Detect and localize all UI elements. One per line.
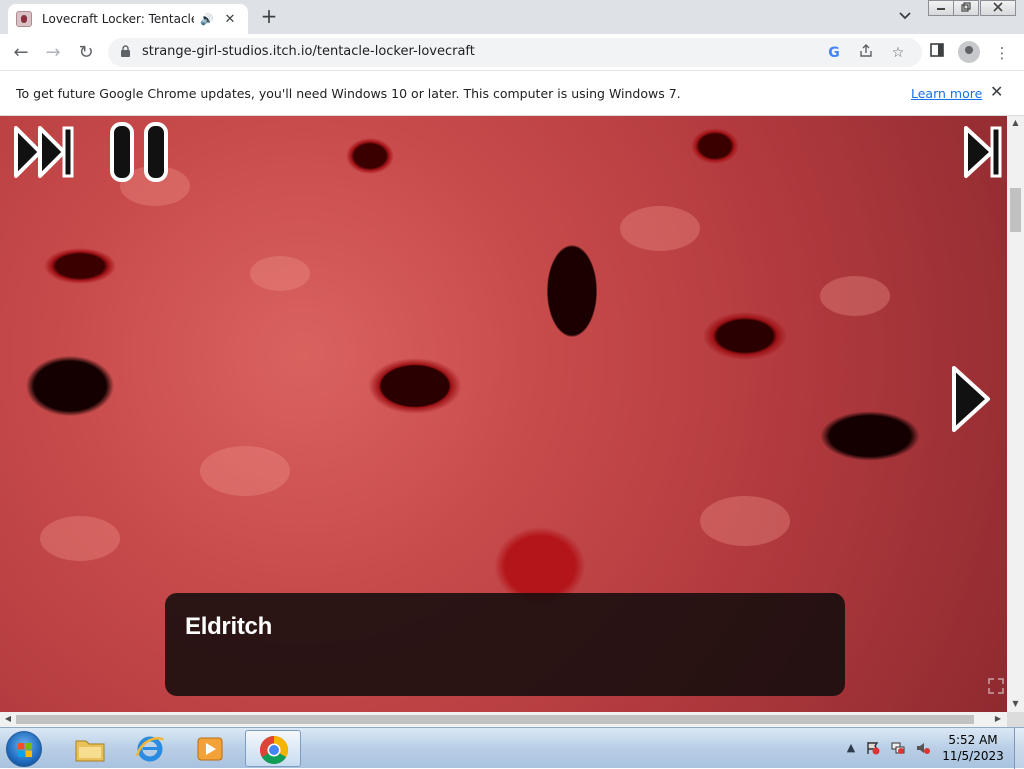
scroll-right-icon[interactable]: ▶ [993, 714, 1003, 724]
pause-icon[interactable] [108, 122, 172, 184]
volume-muted-icon[interactable] [916, 741, 930, 755]
flesh-blob [700, 496, 790, 546]
horizontal-scrollbar[interactable]: ◀ ▶ [0, 712, 1007, 727]
itch-favicon-icon [16, 11, 32, 27]
chrome-taskbar-button[interactable] [245, 730, 301, 767]
flesh-blob [620, 206, 700, 251]
tab-search-icon[interactable] [896, 8, 914, 26]
next-arrow-icon[interactable] [948, 364, 994, 434]
update-infobar: To get future Google Chrome updates, you… [0, 71, 1024, 116]
internet-explorer-taskbar-button[interactable] [122, 730, 178, 767]
menu-icon[interactable]: ⋮ [991, 42, 1013, 64]
restore-button[interactable] [953, 0, 979, 16]
google-lens-icon[interactable]: G [824, 43, 844, 63]
vertical-scroll-thumb[interactable] [1010, 188, 1021, 232]
network-icon[interactable] [891, 741, 905, 755]
internet-explorer-icon [135, 736, 164, 762]
speaker-name: Eldritch [185, 613, 272, 640]
game-canvas[interactable]: Eldritch [0, 116, 1007, 712]
learn-more-link[interactable]: Learn more [911, 86, 982, 101]
speaker-icon[interactable]: 🔊 [198, 13, 216, 26]
window-close-button[interactable] [980, 0, 1016, 16]
show-hidden-icons-icon[interactable]: ▲ [844, 741, 858, 755]
windows-logo-icon [18, 743, 32, 757]
clock-time: 5:52 AM [948, 733, 998, 747]
infobar-close-icon[interactable]: ✕ [990, 82, 1003, 101]
scroll-left-icon[interactable]: ◀ [3, 714, 13, 724]
scrollbar-corner [1007, 712, 1024, 727]
skip-icon[interactable] [12, 122, 76, 182]
infobar-message: To get future Google Chrome updates, you… [16, 86, 681, 101]
fullscreen-icon[interactable] [988, 678, 1004, 694]
clock-date: 11/5/2023 [942, 749, 1004, 763]
skip-to-end-icon[interactable] [962, 122, 1006, 182]
flesh-blob [200, 446, 290, 496]
start-button[interactable] [6, 731, 42, 767]
media-player-icon [197, 737, 223, 761]
windows-taskbar: ▲ 5:52 AM 11/5/2023 [0, 727, 1024, 769]
scroll-down-icon[interactable]: ▼ [1011, 699, 1020, 708]
side-panel-icon[interactable] [926, 42, 948, 64]
forward-button[interactable]: → [40, 40, 66, 66]
file-explorer-taskbar-button[interactable] [62, 730, 118, 767]
browser-tab[interactable]: Lovecraft Locker: Tentacle Lo 🔊 ✕ [8, 4, 248, 34]
tab-title: Lovecraft Locker: Tentacle Lo [42, 12, 194, 26]
new-tab-button[interactable]: + [258, 6, 280, 28]
folder-icon [75, 740, 105, 762]
flesh-blob [250, 256, 310, 291]
address-bar[interactable]: strange-girl-studios.itch.io/tentacle-lo… [108, 38, 922, 67]
browser-toolbar: ← → ↻ strange-girl-studios.itch.io/tenta… [0, 34, 1024, 71]
action-center-icon[interactable] [866, 741, 880, 755]
dialog-box[interactable]: Eldritch [165, 593, 845, 696]
flesh-blob [820, 276, 890, 316]
media-player-taskbar-button[interactable] [182, 730, 238, 767]
back-button[interactable]: ← [8, 40, 34, 66]
tab-close-icon[interactable]: ✕ [222, 12, 238, 27]
minimize-button[interactable] [928, 0, 954, 16]
chrome-icon [260, 736, 288, 764]
show-desktop-button[interactable] [1014, 728, 1024, 769]
flesh-blob [40, 516, 120, 561]
vertical-scrollbar[interactable]: ▲ ▼ [1007, 116, 1024, 712]
url-text[interactable]: strange-girl-studios.itch.io/tentacle-lo… [142, 44, 475, 59]
reload-button[interactable]: ↻ [73, 40, 99, 66]
profile-avatar[interactable] [958, 41, 980, 63]
share-icon[interactable] [856, 43, 876, 63]
lock-icon[interactable] [120, 45, 131, 61]
scroll-up-icon[interactable]: ▲ [1011, 118, 1020, 127]
system-clock[interactable]: 5:52 AM 11/5/2023 [938, 732, 1008, 764]
bookmark-star-icon[interactable]: ☆ [888, 43, 908, 63]
tab-strip: Lovecraft Locker: Tentacle Lo 🔊 ✕ + [0, 0, 1024, 34]
horizontal-scroll-thumb[interactable] [16, 715, 974, 724]
